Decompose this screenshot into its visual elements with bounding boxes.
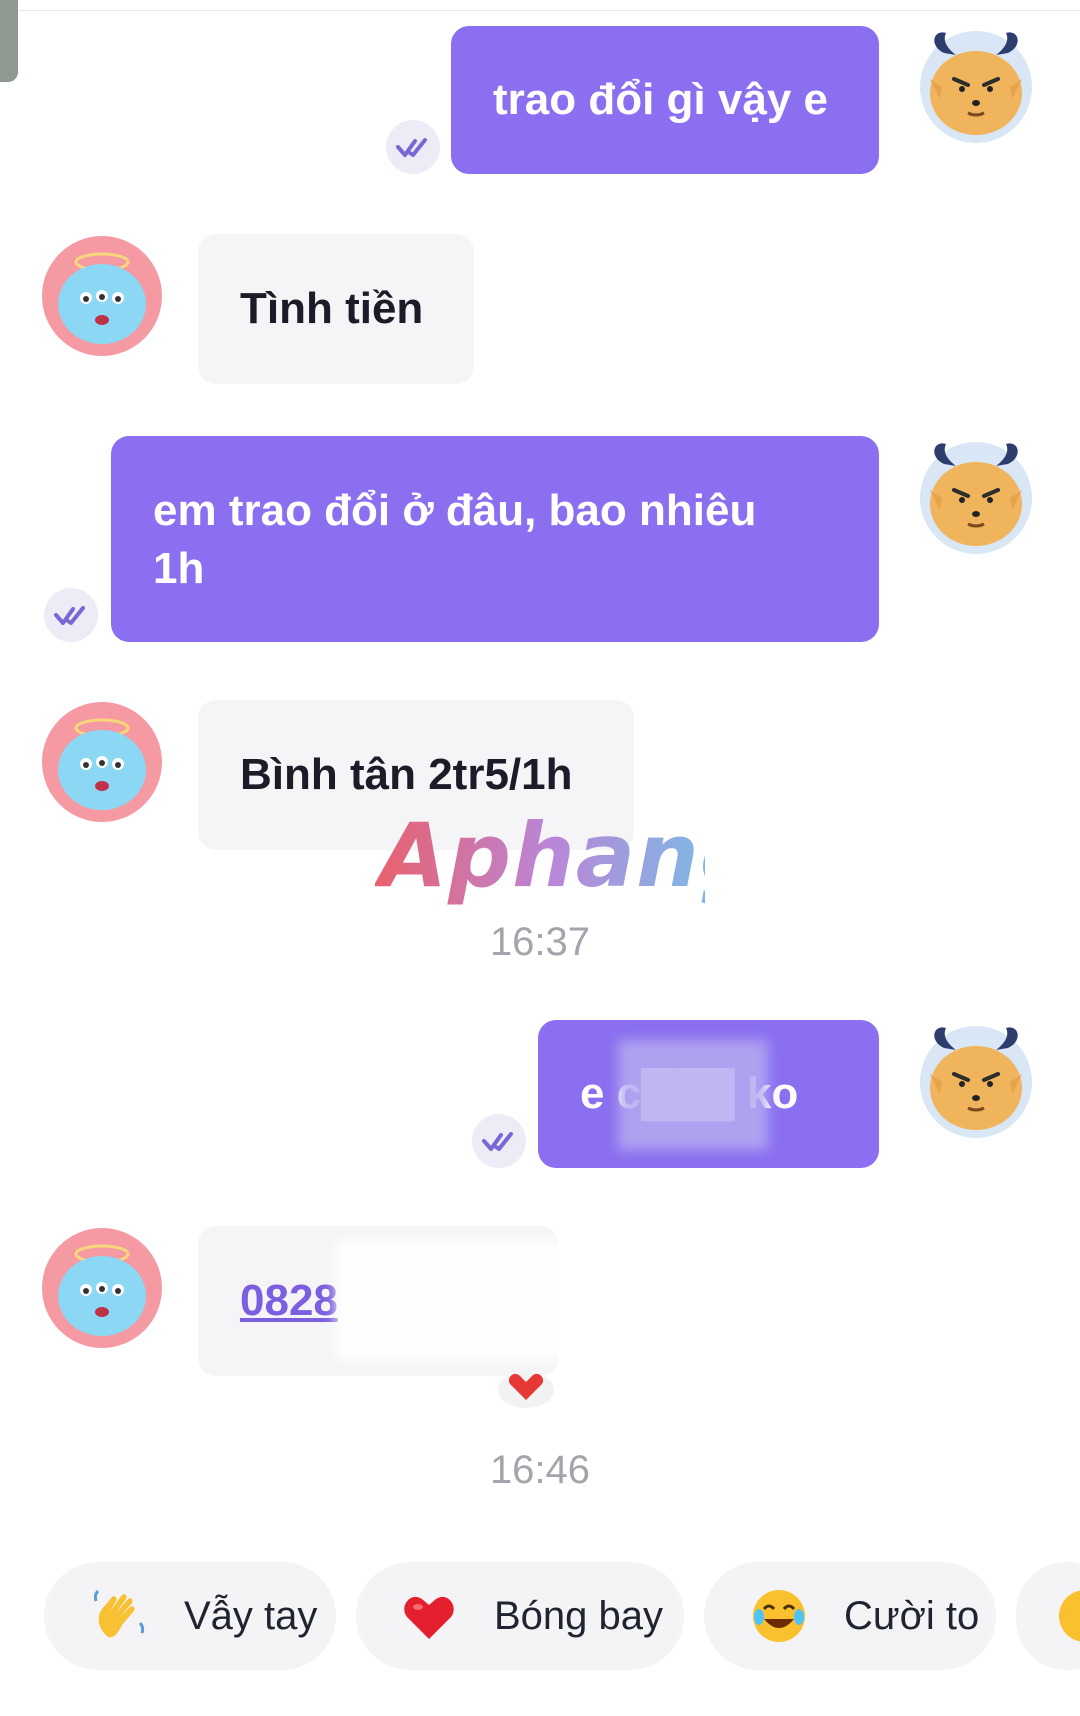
message-text: trao đổi gì vậy e xyxy=(493,75,828,124)
heart-reaction-icon[interactable] xyxy=(496,1360,556,1410)
quick-reaction-label: Vẫy tay xyxy=(184,1593,318,1638)
message-bubble-outgoing[interactable]: em trao đổi ở đâu, bao nhiêu 1h xyxy=(111,436,879,642)
message-text: em trao đổi ở đâu, bao nhiêu 1h xyxy=(153,486,757,593)
quick-reaction-balloon[interactable]: Bóng bay xyxy=(356,1562,684,1670)
avatar-self[interactable] xyxy=(916,1020,1036,1140)
avatar-contact[interactable] xyxy=(42,236,162,356)
censor-blur xyxy=(336,1240,586,1360)
timestamp: 16:37 xyxy=(489,920,591,964)
message-bubble-outgoing[interactable]: trao đổi gì vậy e xyxy=(451,26,879,174)
read-receipt-icon xyxy=(386,120,440,174)
avatar-contact[interactable] xyxy=(42,702,162,822)
quick-reaction-more[interactable] xyxy=(1016,1562,1080,1670)
svg-text:Aphang: Aphang xyxy=(375,812,705,907)
quick-reaction-label: Bóng bay xyxy=(494,1593,664,1638)
message-bubble-incoming[interactable]: Tình tiền xyxy=(198,234,474,384)
read-receipt-icon xyxy=(472,1114,526,1168)
heart-icon xyxy=(400,1587,458,1645)
edge-handle xyxy=(0,0,18,82)
avatar-self[interactable] xyxy=(916,25,1036,145)
quick-reaction-label: Cười to xyxy=(844,1593,980,1638)
timestamp: 16:46 xyxy=(489,1448,591,1492)
message-text: Tình tiền xyxy=(240,284,424,333)
watermark-logo: Aphang xyxy=(373,804,763,931)
phone-number-link[interactable]: 0828 xyxy=(240,1276,338,1325)
waving-hand-icon xyxy=(90,1587,148,1645)
top-divider xyxy=(0,10,1080,11)
avatar-contact[interactable] xyxy=(42,1228,162,1348)
read-receipt-icon xyxy=(44,588,98,642)
quick-reaction-wave[interactable]: Vẫy tay xyxy=(44,1562,336,1670)
laughing-face-icon xyxy=(750,1587,808,1645)
avatar-self[interactable] xyxy=(916,436,1036,556)
censor-blur xyxy=(618,1040,768,1150)
face-emoji-icon xyxy=(1056,1587,1080,1645)
quick-reaction-laugh[interactable]: Cười to xyxy=(704,1562,996,1670)
message-text: Bình tân 2tr5/1h xyxy=(240,750,573,799)
